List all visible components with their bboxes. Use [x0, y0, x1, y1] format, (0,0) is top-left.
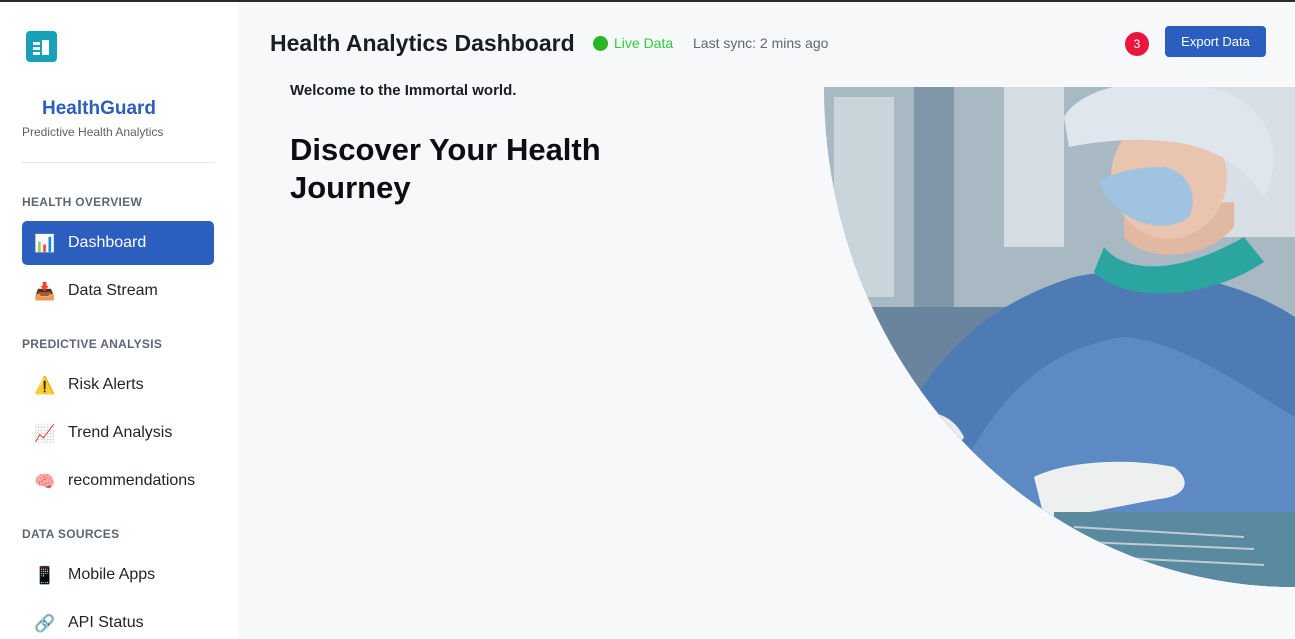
divider — [22, 162, 215, 163]
export-data-button[interactable]: Export Data — [1165, 26, 1266, 57]
sidebar-item-label: Trend Analysis — [68, 424, 173, 441]
live-label: Live Data — [614, 35, 674, 51]
sidebar-item-trend-analysis[interactable]: 📈 Trend Analysis — [22, 411, 214, 455]
hero-image — [824, 87, 1295, 587]
section-data-sources: DATA SOURCES — [22, 527, 120, 541]
section-predictive-analysis: PREDICTIVE ANALYSIS — [22, 337, 163, 351]
sidebar-item-mobile-apps[interactable]: 📱 Mobile Apps — [22, 553, 214, 597]
sidebar-item-label: Data Stream — [68, 282, 158, 299]
section-health-overview: HEALTH OVERVIEW — [22, 195, 143, 209]
sidebar-item-label: recommendations — [68, 472, 196, 489]
sidebar-item-label: Mobile Apps — [68, 566, 156, 583]
sidebar-item-api-status[interactable]: 🔗 API Status — [22, 601, 214, 639]
live-status: Live Data — [593, 35, 673, 51]
brain-icon: 🧠 — [34, 471, 56, 491]
sidebar-item-dashboard[interactable]: 📊 Dashboard — [22, 221, 214, 265]
sidebar-item-risk-alerts[interactable]: ⚠️ Risk Alerts — [22, 363, 214, 407]
surgeon-photo-illustration — [824, 87, 1295, 587]
hero-title: Discover Your Health Journey — [290, 132, 601, 205]
inbox-tray-icon: 📥 — [34, 281, 56, 301]
sidebar: HealthGuard Predictive Health Analytics … — [0, 2, 238, 639]
notification-badge[interactable]: 3 — [1125, 32, 1149, 56]
app-logo-icon[interactable] — [26, 31, 57, 62]
brand-tagline: Predictive Health Analytics — [22, 125, 164, 139]
mobile-phone-icon: 📱 — [34, 565, 56, 585]
sidebar-item-label: API Status — [68, 614, 144, 631]
warning-icon: ⚠️ — [34, 375, 56, 395]
brand-name: HealthGuard — [42, 98, 157, 119]
sidebar-item-recommendations[interactable]: 🧠 recommendations — [22, 459, 214, 503]
sync-status: Last sync: 2 mins ago — [693, 35, 829, 51]
sidebar-item-label: Risk Alerts — [68, 376, 144, 393]
link-icon: 🔗 — [34, 613, 56, 633]
page-title: Health Analytics Dashboard — [270, 30, 575, 56]
sidebar-item-data-stream[interactable]: 📥 Data Stream — [22, 269, 214, 313]
bar-chart-icon: 📊 — [34, 233, 56, 253]
sidebar-item-label: Dashboard — [68, 234, 147, 251]
welcome-text: Welcome to the Immortal world. — [290, 82, 517, 99]
trend-chart-icon: 📈 — [34, 423, 56, 443]
live-dot-icon — [593, 35, 608, 51]
